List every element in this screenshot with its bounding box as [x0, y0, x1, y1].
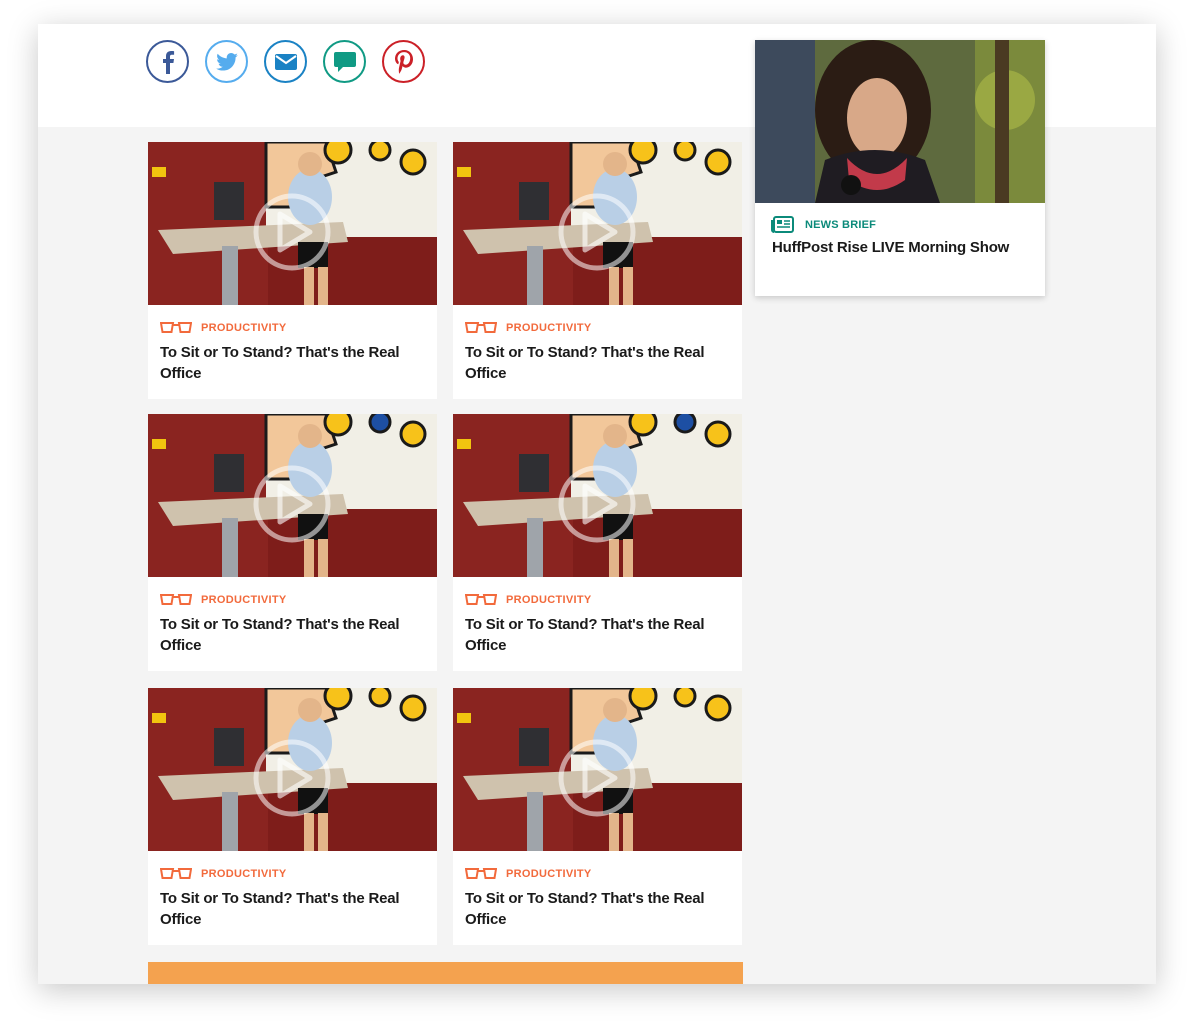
- category-tag[interactable]: PRODUCTIVITY: [160, 594, 287, 606]
- category-tag[interactable]: PRODUCTIVITY: [160, 322, 287, 334]
- email-icon: [274, 53, 297, 70]
- card-title[interactable]: To Sit or To Stand? That's the Real Offi…: [465, 614, 725, 656]
- video-card[interactable]: PRODUCTIVITY To Sit or To Stand? That's …: [148, 414, 437, 671]
- video-card[interactable]: PRODUCTIVITY To Sit or To Stand? That's …: [453, 142, 742, 399]
- share-bar: [146, 40, 425, 83]
- video-thumbnail[interactable]: [453, 688, 742, 851]
- category-tag[interactable]: PRODUCTIVITY: [465, 322, 592, 334]
- card-title[interactable]: To Sit or To Stand? That's the Real Offi…: [160, 888, 420, 930]
- video-thumbnail[interactable]: [148, 414, 437, 577]
- category-label: PRODUCTIVITY: [201, 322, 287, 334]
- glasses-icon: [160, 868, 192, 879]
- pinterest-icon: [394, 49, 413, 74]
- category-label: PRODUCTIVITY: [201, 594, 287, 606]
- glasses-icon: [160, 322, 192, 333]
- comment-share-button[interactable]: [323, 40, 366, 83]
- orange-banner[interactable]: [148, 962, 743, 984]
- glasses-icon: [465, 322, 497, 333]
- news-brief-tag[interactable]: NEWS BRIEF: [771, 216, 876, 234]
- glasses-icon: [465, 868, 497, 879]
- news-brief-photo[interactable]: [755, 40, 1045, 203]
- twitter-icon: [215, 52, 238, 71]
- glasses-icon: [465, 594, 497, 605]
- category-tag[interactable]: PRODUCTIVITY: [465, 594, 592, 606]
- category-label: PRODUCTIVITY: [201, 868, 287, 880]
- card-title[interactable]: To Sit or To Stand? That's the Real Offi…: [465, 888, 725, 930]
- facebook-share-button[interactable]: [146, 40, 189, 83]
- card-title[interactable]: To Sit or To Stand? That's the Real Offi…: [465, 342, 725, 384]
- video-card[interactable]: PRODUCTIVITY To Sit or To Stand? That's …: [148, 688, 437, 945]
- category-label: PRODUCTIVITY: [506, 594, 592, 606]
- category-tag[interactable]: PRODUCTIVITY: [465, 868, 592, 880]
- page-frame: PRODUCTIVITY To Sit or To Stand? That's …: [38, 24, 1156, 984]
- video-card[interactable]: PRODUCTIVITY To Sit or To Stand? That's …: [148, 142, 437, 399]
- card-title[interactable]: To Sit or To Stand? That's the Real Offi…: [160, 342, 420, 384]
- video-card[interactable]: PRODUCTIVITY To Sit or To Stand? That's …: [453, 414, 742, 671]
- video-card[interactable]: PRODUCTIVITY To Sit or To Stand? That's …: [453, 688, 742, 945]
- category-label: PRODUCTIVITY: [506, 322, 592, 334]
- email-share-button[interactable]: [264, 40, 307, 83]
- newspaper-icon: [771, 216, 794, 233]
- pinterest-share-button[interactable]: [382, 40, 425, 83]
- video-thumbnail[interactable]: [148, 688, 437, 851]
- video-thumbnail[interactable]: [453, 142, 742, 305]
- comment-icon: [333, 51, 356, 72]
- news-brief-title[interactable]: HuffPost Rise LIVE Morning Show: [772, 239, 1009, 256]
- glasses-icon: [160, 594, 192, 605]
- card-title[interactable]: To Sit or To Stand? That's the Real Offi…: [160, 614, 420, 656]
- news-brief-card[interactable]: NEWS BRIEF HuffPost Rise LIVE Morning Sh…: [755, 40, 1045, 296]
- category-label: PRODUCTIVITY: [506, 868, 592, 880]
- video-thumbnail[interactable]: [148, 142, 437, 305]
- facebook-icon: [162, 50, 174, 74]
- twitter-share-button[interactable]: [205, 40, 248, 83]
- category-tag[interactable]: PRODUCTIVITY: [160, 868, 287, 880]
- news-brief-label: NEWS BRIEF: [805, 219, 877, 231]
- video-thumbnail[interactable]: [453, 414, 742, 577]
